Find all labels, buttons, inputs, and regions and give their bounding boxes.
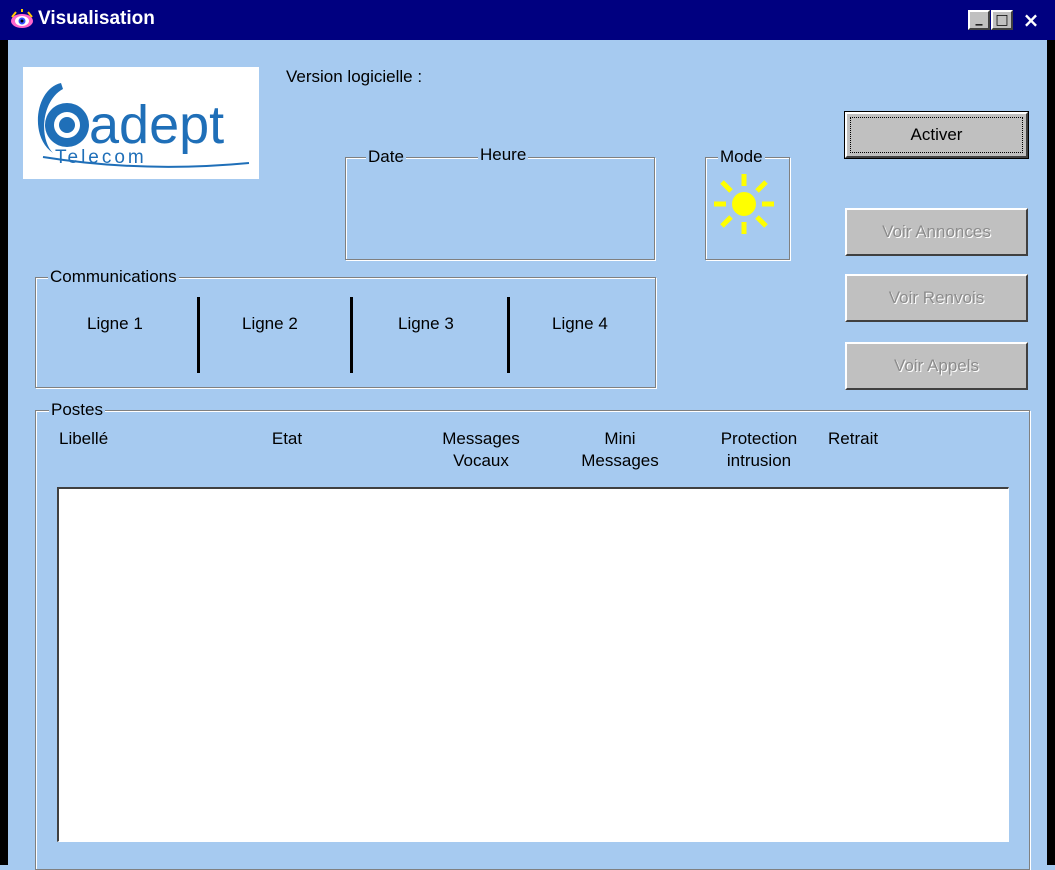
column-header-line: Etat [271,429,303,448]
window-frame-right [1047,40,1055,865]
postes-list[interactable] [57,487,1009,842]
column-header-line: Messages [581,451,659,470]
line-3-label: Ligne 3 [398,314,454,333]
column-header-line: Libellé [59,429,109,448]
line-separator [350,297,353,373]
logo-graphic: adept Telecom [37,83,250,168]
voir-annonces-button[interactable]: Voir Annonces [845,208,1028,256]
adept-telecom-logo: adept Telecom [23,67,259,179]
focus-rect [850,117,1023,153]
line-1-label: Ligne 1 [87,314,143,333]
time-label: Heure [478,145,529,165]
date-label: Date [366,147,406,167]
datetime-group [345,157,655,260]
postes-label: Postes [49,400,105,420]
voir-renvois-label: Voir Renvois [888,288,985,307]
title-bar[interactable]: Visualisation _ □ × [0,0,1055,40]
voir-appels-button[interactable]: Voir Appels [845,342,1028,390]
line-separator [197,297,200,373]
line-4-label: Ligne 4 [552,314,608,333]
column-header-messages-vocaux: Messages Vocaux [426,428,536,472]
line-2-label: Ligne 2 [242,314,298,333]
column-header-etat: Etat [262,428,312,450]
column-header-protection-intrusion: Protection intrusion [700,428,818,472]
column-header-line: intrusion [726,451,792,470]
voir-appels-label: Voir Appels [893,356,980,375]
voir-renvois-button[interactable]: Voir Renvois [845,274,1028,322]
version-label: Version logicielle : [286,67,423,86]
mode-label: Mode [718,147,765,167]
activer-button[interactable]: Activer [844,111,1029,159]
close-button[interactable]: × [1020,8,1042,32]
column-header-retrait: Retrait [828,428,878,450]
sun-icon [714,174,774,234]
column-header-line: Mini [604,429,636,448]
voir-annonces-label: Voir Annonces [882,222,991,241]
minimize-button[interactable]: _ [968,10,990,30]
column-header-line: Retrait [828,429,879,448]
minimize-icon: _ [975,10,983,26]
maximize-icon: □ [995,12,1009,28]
column-header-line: Messages [442,429,520,448]
communications-label: Communications [48,267,179,287]
column-header-line: Vocaux [453,451,509,470]
app-eye-icon [11,9,33,28]
column-header-line: Protection [720,429,798,448]
column-header-libelle: Libellé [59,428,108,450]
logo-brand-text: adept [89,95,224,155]
window-frame-left [0,40,8,865]
close-icon: × [1022,8,1040,32]
line-separator [507,297,510,373]
window-title: Visualisation [38,8,155,29]
maximize-button[interactable]: □ [991,10,1013,30]
column-header-mini-messages: Mini Messages [565,428,675,472]
